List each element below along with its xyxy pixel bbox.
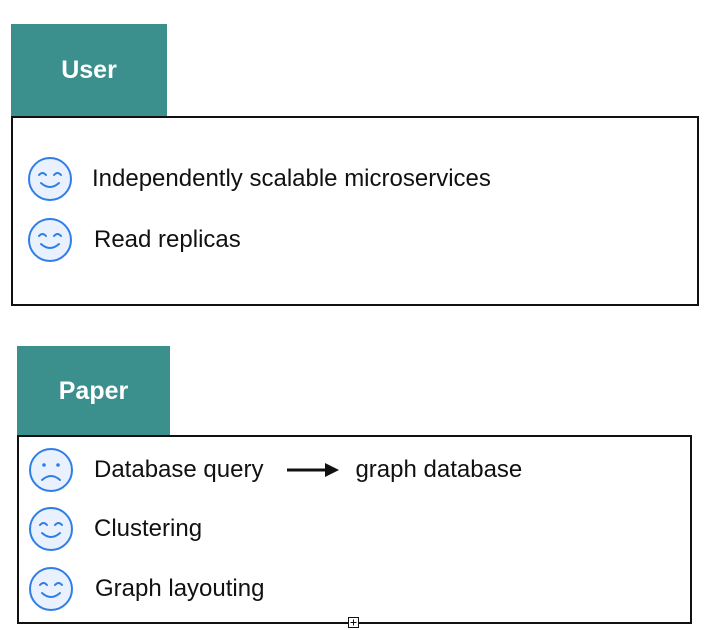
list-item-label: Graph layouting (95, 575, 265, 602)
user-section-panel (11, 116, 699, 306)
paper-section-header: Paper (17, 346, 170, 436)
smiley-face-icon (29, 507, 73, 551)
list-item: Database query graph database (28, 447, 522, 493)
smiley-face-icon (28, 218, 72, 262)
list-item-label: Independently scalable microservices (92, 165, 491, 192)
list-item: Clustering (28, 506, 202, 552)
list-item: Graph layouting (28, 566, 264, 612)
list-item-target-label: graph database (355, 456, 523, 483)
sad-face-icon (29, 448, 73, 492)
smiley-face-icon (29, 567, 73, 611)
paper-section-title: Paper (58, 376, 129, 405)
list-item: Independently scalable microservices (27, 156, 491, 202)
list-item: Read replicas (27, 217, 241, 263)
list-item-label: Database query (94, 456, 264, 483)
user-section-title: User (61, 55, 117, 84)
smiley-face-icon (28, 157, 72, 201)
list-item-label: Read replicas (94, 226, 241, 253)
user-section-header: User (11, 24, 167, 116)
expand-handle-icon[interactable] (348, 617, 359, 628)
list-item-label: Clustering (94, 515, 203, 542)
right-arrow-icon (287, 463, 340, 477)
